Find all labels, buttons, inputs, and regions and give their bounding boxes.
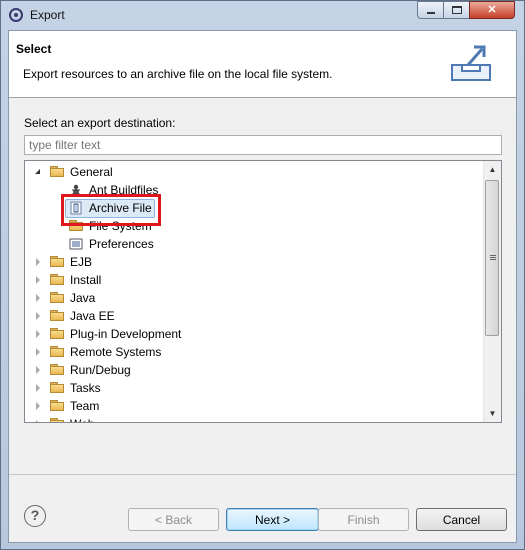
page-title: Select	[16, 42, 52, 56]
tree-item-label: Team	[70, 399, 100, 413]
next-button[interactable]: Next >	[226, 508, 319, 531]
close-icon: ✕	[487, 4, 497, 16]
export-dialog: Export ✕ Select Export resources to an a…	[0, 0, 525, 550]
export-wizard-icon	[451, 45, 491, 81]
tree-item-label: Remote Systems	[70, 345, 162, 359]
tree-item-category[interactable]: Web	[25, 415, 485, 422]
folder-icon	[50, 346, 64, 357]
scroll-up-arrow-icon[interactable]: ▲	[484, 161, 501, 178]
help-icon[interactable]: ?	[24, 505, 46, 527]
collapsed-arrow-icon[interactable]	[36, 312, 40, 320]
folder-icon	[50, 382, 64, 393]
collapsed-arrow-icon[interactable]	[36, 366, 40, 374]
close-button[interactable]: ✕	[469, 1, 515, 19]
destination-label: Select an export destination:	[24, 116, 176, 130]
annotation-highlight-box	[61, 194, 161, 226]
window-title: Export	[30, 8, 65, 22]
tree-item-category[interactable]: Install	[25, 271, 485, 289]
collapsed-arrow-icon[interactable]	[36, 258, 40, 266]
back-button[interactable]: < Back	[128, 508, 219, 531]
maximize-button[interactable]	[443, 1, 470, 19]
tree-item-label: Plug-in Development	[70, 327, 182, 341]
title-bar[interactable]: Export ✕	[1, 1, 524, 29]
folder-icon	[50, 364, 64, 375]
finish-button[interactable]: Finish	[318, 508, 409, 531]
folder-icon	[50, 274, 64, 285]
minimize-icon	[427, 12, 435, 14]
tree-item-label: Tasks	[70, 381, 101, 395]
folder-icon	[50, 292, 64, 303]
tree-item-preferences[interactable]: Preferences	[25, 235, 485, 253]
collapsed-arrow-icon[interactable]	[36, 384, 40, 392]
expanded-arrow-icon[interactable]	[35, 169, 40, 174]
tree-item-category[interactable]: Plug-in Development	[25, 325, 485, 343]
tree-item-category[interactable]: EJB	[25, 253, 485, 271]
eclipse-icon	[9, 8, 23, 22]
maximize-icon	[452, 6, 462, 14]
cancel-button[interactable]: Cancel	[416, 508, 507, 531]
page-description: Export resources to an archive file on t…	[23, 67, 333, 81]
tree-item-label: General	[70, 165, 113, 179]
filter-input[interactable]	[24, 135, 502, 155]
folder-icon	[50, 418, 64, 422]
tree-item-category[interactable]: Java	[25, 289, 485, 307]
collapsed-arrow-icon[interactable]	[36, 402, 40, 410]
tree-item-label: Web	[70, 415, 94, 422]
tree-item-general[interactable]: General	[25, 163, 485, 181]
scrollbar-thumb[interactable]	[485, 180, 499, 336]
tree-item-label: Preferences	[89, 237, 154, 251]
collapsed-arrow-icon[interactable]	[36, 420, 40, 422]
dialog-body: Select Export resources to an archive fi…	[8, 30, 517, 543]
folder-icon	[50, 328, 64, 339]
tree-item-category[interactable]: Tasks	[25, 379, 485, 397]
tree-item-category[interactable]: Team	[25, 397, 485, 415]
tree-item-label: Install	[70, 273, 102, 287]
tree-scrollbar[interactable]: ▲ ▼	[483, 161, 501, 422]
tree-item-label: Run/Debug	[70, 363, 131, 377]
preferences-icon	[69, 238, 83, 250]
minimize-button[interactable]	[417, 1, 444, 19]
folder-open-icon	[50, 166, 64, 177]
folder-icon	[50, 256, 64, 267]
footer-divider	[9, 474, 516, 475]
tree-item-label: EJB	[70, 255, 93, 269]
collapsed-arrow-icon[interactable]	[36, 276, 40, 284]
folder-icon	[50, 400, 64, 411]
folder-icon	[50, 310, 64, 321]
tree-item-category[interactable]: Run/Debug	[25, 361, 485, 379]
destination-tree[interactable]: General Ant Buildfiles Archive File File…	[24, 160, 502, 423]
scroll-down-arrow-icon[interactable]: ▼	[484, 405, 501, 422]
tree-item-category[interactable]: Java EE	[25, 307, 485, 325]
collapsed-arrow-icon[interactable]	[36, 330, 40, 338]
tree-item-label: Java EE	[70, 309, 115, 323]
collapsed-arrow-icon[interactable]	[36, 348, 40, 356]
tree-item-label: Java	[70, 291, 96, 305]
tree-item-category[interactable]: Remote Systems	[25, 343, 485, 361]
wizard-header: Select Export resources to an archive fi…	[9, 31, 516, 98]
collapsed-arrow-icon[interactable]	[36, 294, 40, 302]
